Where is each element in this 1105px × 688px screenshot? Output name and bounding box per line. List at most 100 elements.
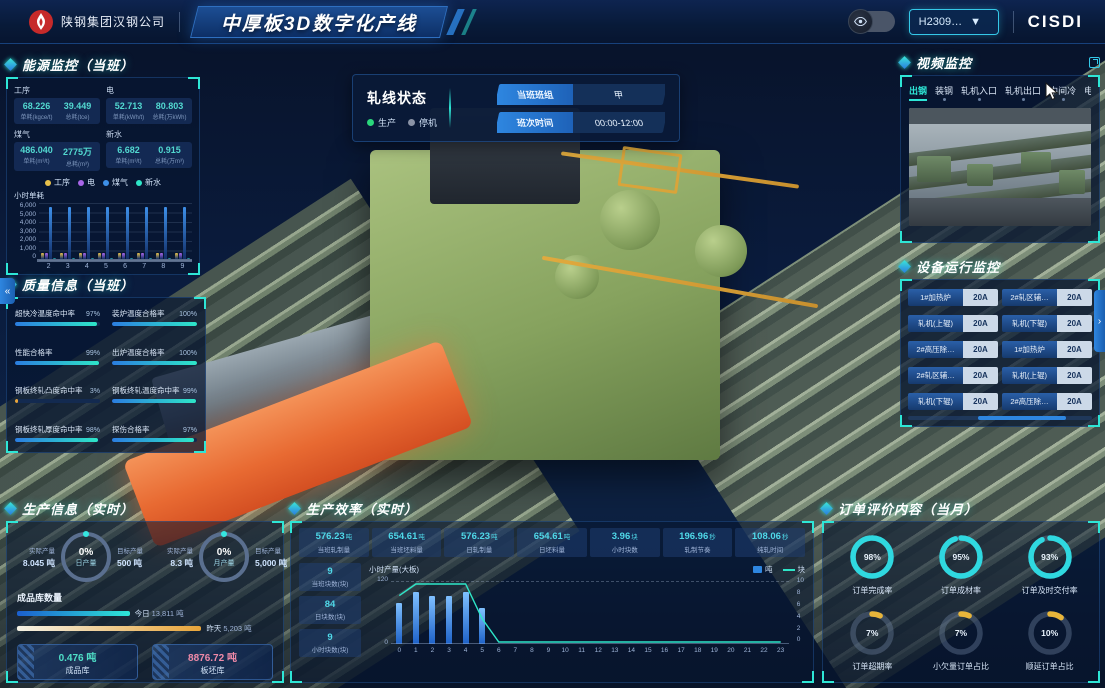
- video-camera-tabs: 出钢装钢轧机入口轧机出口中间冷电动热: [909, 84, 1091, 101]
- slab-stock-card: 8876.72 吨 板坯库: [152, 644, 273, 680]
- donut-ring: 98%: [847, 532, 897, 582]
- order-donut: 98%订单完成率: [831, 532, 914, 596]
- x-tick-label: 15: [640, 647, 657, 654]
- right-collapse-tab[interactable]: ›: [1094, 290, 1105, 352]
- bar-group: [39, 207, 58, 259]
- x-tick-label: 6: [116, 263, 135, 270]
- donut-value: 95%: [936, 532, 986, 582]
- y-tick-label: 1,000: [14, 246, 36, 253]
- x-tick-label: 17: [673, 647, 690, 654]
- bar: [87, 207, 90, 259]
- video-tab-2[interactable]: 装钢: [935, 84, 953, 101]
- equipment-cell: 1#加热炉20A: [1002, 341, 1092, 358]
- equipment-label-chip[interactable]: 轧机(上辊): [908, 315, 963, 332]
- efficiency-card: 576.23吨日轧制量: [444, 528, 514, 557]
- x-tick-label: 20: [723, 647, 740, 654]
- donut-ring: 95%: [936, 532, 986, 582]
- badge-value: 00:00-12:00: [594, 117, 644, 127]
- legend-item: 新水: [136, 177, 161, 188]
- legend-line-swatch: [783, 569, 795, 571]
- video-feed[interactable]: [909, 108, 1091, 226]
- equipment-label-chip[interactable]: 1#加热炉: [1002, 341, 1057, 358]
- divider: [449, 88, 451, 128]
- gauge-value: 500 吨: [117, 557, 155, 569]
- efficiency-card: 654.61吨当班坯料量: [372, 528, 442, 557]
- equipment-label-chip[interactable]: 1#加热炉: [908, 289, 963, 306]
- bar-group: [135, 207, 154, 259]
- video-frame-detail: [967, 164, 993, 186]
- scrollbar[interactable]: [908, 416, 1092, 420]
- efficiency-card: 654.61吨日坯料量: [517, 528, 587, 557]
- bar-name: 昨天: [206, 624, 221, 633]
- progress-track: [112, 399, 197, 403]
- y-axis-tick: 120: [370, 576, 388, 583]
- mill-cylinder: [695, 225, 747, 277]
- x-tick-label: 0: [391, 647, 408, 654]
- video-frame-detail: [909, 198, 1091, 226]
- line-selector-dropdown[interactable]: H2309… ▼: [909, 9, 999, 35]
- video-tab-3[interactable]: 轧机入口: [961, 84, 997, 101]
- video-tab-1[interactable]: 出钢: [909, 84, 927, 101]
- energy-metric: 80.803总耗(万kWh): [149, 101, 190, 121]
- order-donut: 10%顺延订单占比: [1008, 608, 1091, 672]
- bar: [126, 207, 129, 259]
- gauge-value: 5,000 吨: [255, 557, 293, 569]
- equipment-label-chip[interactable]: 2#高压除…: [908, 341, 963, 358]
- y-tick-label: 0: [14, 254, 36, 261]
- panel-title: 视频监控: [916, 53, 972, 72]
- card-unit: 秒: [709, 534, 716, 541]
- donut-value: 7%: [936, 608, 986, 658]
- badge-value: 甲: [613, 88, 625, 101]
- equipment-label-chip[interactable]: 2#高压除…: [1002, 393, 1057, 410]
- visibility-toggle[interactable]: [849, 11, 895, 32]
- equipment-cell: 2#轧区辅…20A: [1002, 289, 1092, 306]
- legend-label: 新水: [145, 177, 161, 188]
- energy-metric-label: 总耗(tce): [57, 112, 98, 121]
- card-value: 8876.72 吨: [188, 649, 237, 664]
- panel-production-info: 生产信息（实时） 实际产量 8.045 吨 0%: [6, 498, 284, 683]
- equipment-cell: 2#高压除…20A: [1002, 393, 1092, 410]
- quality-value: 100%: [179, 311, 197, 318]
- bar-group: [96, 207, 115, 259]
- equipment-label-chip[interactable]: 轧机(下辊): [1002, 315, 1057, 332]
- video-tab-4[interactable]: 轧机出口: [1005, 84, 1041, 101]
- x-tick-label: 19: [706, 647, 723, 654]
- x-tick-label: 13: [607, 647, 624, 654]
- energy-group-title: 电: [106, 85, 192, 96]
- equipment-value-chip: 20A: [1057, 367, 1092, 384]
- scrollbar-thumb[interactable]: [978, 416, 1066, 420]
- progress-track: [15, 361, 100, 365]
- equipment-value-chip: 20A: [1057, 393, 1092, 410]
- efficiency-side-card: 9当班块数(块): [299, 563, 361, 591]
- energy-metric: 68.226单耗(kgce/t): [16, 101, 57, 121]
- equipment-label-chip[interactable]: 轧机(下辊): [908, 393, 963, 410]
- energy-metric: 2775万总耗(m³): [57, 145, 98, 168]
- card-value: 9: [301, 566, 359, 577]
- legend-label: 煤气: [112, 177, 128, 188]
- left-collapse-tab[interactable]: «: [0, 278, 15, 304]
- progress-fill: [15, 322, 97, 326]
- energy-group: 电52.713单耗(kWh/t)80.803总耗(万kWh): [106, 85, 192, 124]
- efficiency-card: 576.23吨当班轧制量: [299, 528, 369, 557]
- line-status-title: 轧线状态: [367, 88, 437, 108]
- equipment-cell: 2#高压除…20A: [908, 341, 998, 358]
- inventory-title: 成品库数量: [17, 591, 273, 604]
- bar-group: [173, 207, 192, 259]
- gauge-label: 目标产量: [117, 545, 155, 555]
- energy-group-card: 6.682单耗(m³/t)0.915总耗(万m³): [106, 142, 192, 168]
- equipment-label-chip[interactable]: 轧机(上辊): [1002, 367, 1057, 384]
- bar: [145, 207, 148, 259]
- card-unit: 块: [631, 534, 638, 541]
- efficiency-card: 196.96秒轧制节奏: [663, 528, 733, 557]
- panel-icon: [288, 502, 301, 515]
- expand-icon[interactable]: [1089, 57, 1100, 68]
- quality-label: 钢板终轧凸度命中率: [15, 385, 83, 396]
- equipment-label-chip[interactable]: 2#轧区辅…: [908, 367, 963, 384]
- video-tab-6[interactable]: 电动热: [1084, 84, 1091, 101]
- energy-group: 新水6.682单耗(m³/t)0.915总耗(万m³): [106, 129, 192, 171]
- energy-metric: 486.040单耗(m³/t): [16, 145, 57, 168]
- quality-label: 出炉温度合格率: [112, 347, 165, 358]
- equipment-label-chip[interactable]: 2#轧区辅…: [1002, 289, 1057, 306]
- x-tick-label: 7: [135, 263, 154, 270]
- axis-base: [37, 259, 192, 262]
